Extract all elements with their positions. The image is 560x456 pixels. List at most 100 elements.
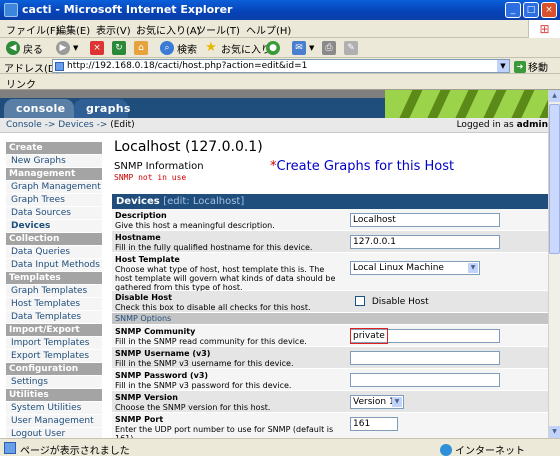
form-header-edit: [edit: Localhost] <box>163 196 245 207</box>
field-row-hostname: Hostname Fill in the fully qualified hos… <box>112 231 548 253</box>
mail-button[interactable]: ✉ ▼ <box>292 40 314 56</box>
home-button[interactable]: ⌂ <box>134 40 151 56</box>
menu-item-settings[interactable]: Settings <box>6 376 102 388</box>
window-titlebar: cacti - Microsoft Internet Explorer _ □ … <box>0 0 560 20</box>
print-button[interactable]: ⎙ <box>322 40 339 56</box>
menu-header-import-export: Import/Export <box>6 324 102 336</box>
description-input[interactable]: Localhost <box>350 213 500 227</box>
snmp-version-dropdown-icon: ▼ <box>392 397 402 407</box>
forward-dropdown-icon: ▼ <box>73 44 79 52</box>
search-button[interactable]: ⌕ 検索 <box>160 40 197 56</box>
menu-item-system-utilities[interactable]: System Utilities <box>6 402 102 414</box>
favorites-button[interactable]: ★ お気に入り <box>204 40 271 56</box>
menu-item-graph-templates[interactable]: Graph Templates <box>6 285 102 297</box>
menu-item-export-templates[interactable]: Export Templates <box>6 350 102 362</box>
menu-favorites[interactable]: お気に入り(A) <box>136 22 201 37</box>
go-button[interactable]: ➜ 移動 <box>514 59 548 74</box>
snmp-community-input[interactable]: private <box>350 328 500 344</box>
address-dropdown-icon[interactable]: ▼ <box>497 60 509 72</box>
snmp-info-title: SNMP Information <box>114 161 204 172</box>
media-icon: ● <box>266 41 280 55</box>
stop-icon: × <box>90 41 104 55</box>
vertical-scrollbar[interactable]: ▲ ▼ <box>548 90 560 438</box>
login-user: admin <box>516 120 548 130</box>
field-row-snmp-password: SNMP Password (v3) Fill in the SNMP v3 p… <box>112 369 548 391</box>
field-row-snmp-username: SNMP Username (v3) Fill in the SNMP v3 u… <box>112 347 548 369</box>
host-template-dropdown-icon: ▼ <box>468 263 478 273</box>
scroll-down-icon[interactable]: ▼ <box>549 426 560 438</box>
edit-button[interactable]: ✎ <box>344 40 361 56</box>
menu-item-data-templates[interactable]: Data Templates <box>6 311 102 323</box>
media-button[interactable]: ● <box>266 40 283 56</box>
page-icon <box>55 62 64 71</box>
snmp-password-input[interactable] <box>350 373 500 387</box>
globe-icon <box>440 443 452 456</box>
menu-item-new-graphs[interactable]: New Graphs <box>6 155 102 167</box>
close-button[interactable]: × <box>541 2 557 18</box>
refresh-button[interactable]: ↻ <box>112 40 129 56</box>
back-button[interactable]: ◀ 戻る <box>6 40 43 56</box>
search-icon: ⌕ <box>160 41 174 55</box>
menu-item-data-queries[interactable]: Data Queries <box>6 246 102 258</box>
menu-tools[interactable]: ツール(T) <box>196 22 240 37</box>
menu-item-data-sources[interactable]: Data Sources <box>6 207 102 219</box>
snmp-info-status: SNMP not in use <box>114 173 187 182</box>
menu-item-logout-user[interactable]: Logout User <box>6 428 102 438</box>
forward-button[interactable]: ▶ ▼ <box>56 40 78 56</box>
links-label[interactable]: リンク <box>6 76 36 91</box>
form-header: Devices [edit: Localhost] <box>112 194 548 209</box>
stop-button[interactable]: × <box>90 40 107 56</box>
snmp-port-input[interactable]: 161 <box>350 417 398 431</box>
menu-header-management: Management <box>6 168 102 180</box>
menu-item-import-templates[interactable]: Import Templates <box>6 337 102 349</box>
breadcrumb: Console -> Devices -> (Edit) <box>6 120 135 130</box>
cacti-header: console graphs <box>0 90 548 118</box>
breadcrumb-console[interactable]: Console <box>6 120 42 130</box>
forward-arrow-icon: ▶ <box>56 41 70 55</box>
refresh-icon: ↻ <box>112 41 126 55</box>
scroll-thumb[interactable] <box>549 104 560 254</box>
menu-item-host-templates[interactable]: Host Templates <box>6 298 102 310</box>
breadcrumb-devices[interactable]: Devices <box>58 120 93 130</box>
hostname-input[interactable]: 127.0.0.1 <box>350 235 500 249</box>
home-icon: ⌂ <box>134 41 148 55</box>
printer-icon: ⎙ <box>322 41 336 55</box>
edit-icon: ✎ <box>344 41 358 55</box>
minimize-button[interactable]: _ <box>505 2 521 18</box>
menu-help[interactable]: ヘルプ(H) <box>246 22 291 37</box>
snmp-community-value: private <box>350 328 388 344</box>
menu-file[interactable]: ファイル(F) <box>6 22 60 37</box>
field-row-disable-host: Disable Host Check this box to disable a… <box>112 291 548 313</box>
menu-item-devices[interactable]: Devices <box>6 220 102 232</box>
menu-item-graph-trees[interactable]: Graph Trees <box>6 194 102 206</box>
back-arrow-icon: ◀ <box>6 41 20 55</box>
disable-host-control: Disable Host <box>355 296 429 307</box>
page-viewport: console graphs Console -> Devices -> (Ed… <box>0 90 548 438</box>
snmp-username-input[interactable] <box>350 351 500 365</box>
page-title: Localhost (127.0.0.1) <box>114 139 263 155</box>
tab-graphs[interactable]: graphs <box>74 99 130 118</box>
address-input[interactable]: http://192.168.0.18/cacti/host.php?actio… <box>52 59 510 73</box>
field-row-snmp-port: SNMP Port Enter the UDP port number to u… <box>112 413 548 438</box>
menu-header-utilities: Utilities <box>6 389 102 401</box>
menu-edit[interactable]: 編集(E) <box>56 22 90 37</box>
snmp-options-section: SNMP Options <box>112 313 548 325</box>
disable-host-checkbox[interactable] <box>355 296 365 306</box>
mail-dropdown-icon: ▼ <box>309 44 315 52</box>
maximize-button[interactable]: □ <box>523 2 539 18</box>
field-row-host-template: Host Template Choose what type of host, … <box>112 253 548 292</box>
snmp-version-select[interactable]: Version 1 ▼ <box>350 395 404 409</box>
menu-item-graph-management[interactable]: Graph Management <box>6 181 102 193</box>
menubar: ファイル(F) 編集(E) 表示(V) お気に入り(A) ツール(T) ヘルプ(… <box>0 20 560 38</box>
menu-item-data-input-methods[interactable]: Data Input Methods <box>6 259 102 271</box>
host-template-select[interactable]: Local Linux Machine ▼ <box>350 261 480 275</box>
device-form: Devices [edit: Localhost] Description Gi… <box>112 194 548 438</box>
create-graphs-link[interactable]: *Create Graphs for this Host <box>270 159 454 174</box>
breadcrumb-current: (Edit) <box>110 120 135 130</box>
tab-console[interactable]: console <box>4 99 74 118</box>
links-bar: リンク <box>0 74 560 91</box>
menu-view[interactable]: 表示(V) <box>96 22 131 37</box>
scroll-up-icon[interactable]: ▲ <box>549 90 560 102</box>
menu-item-user-management[interactable]: User Management <box>6 415 102 427</box>
cacti-logo <box>385 90 548 118</box>
